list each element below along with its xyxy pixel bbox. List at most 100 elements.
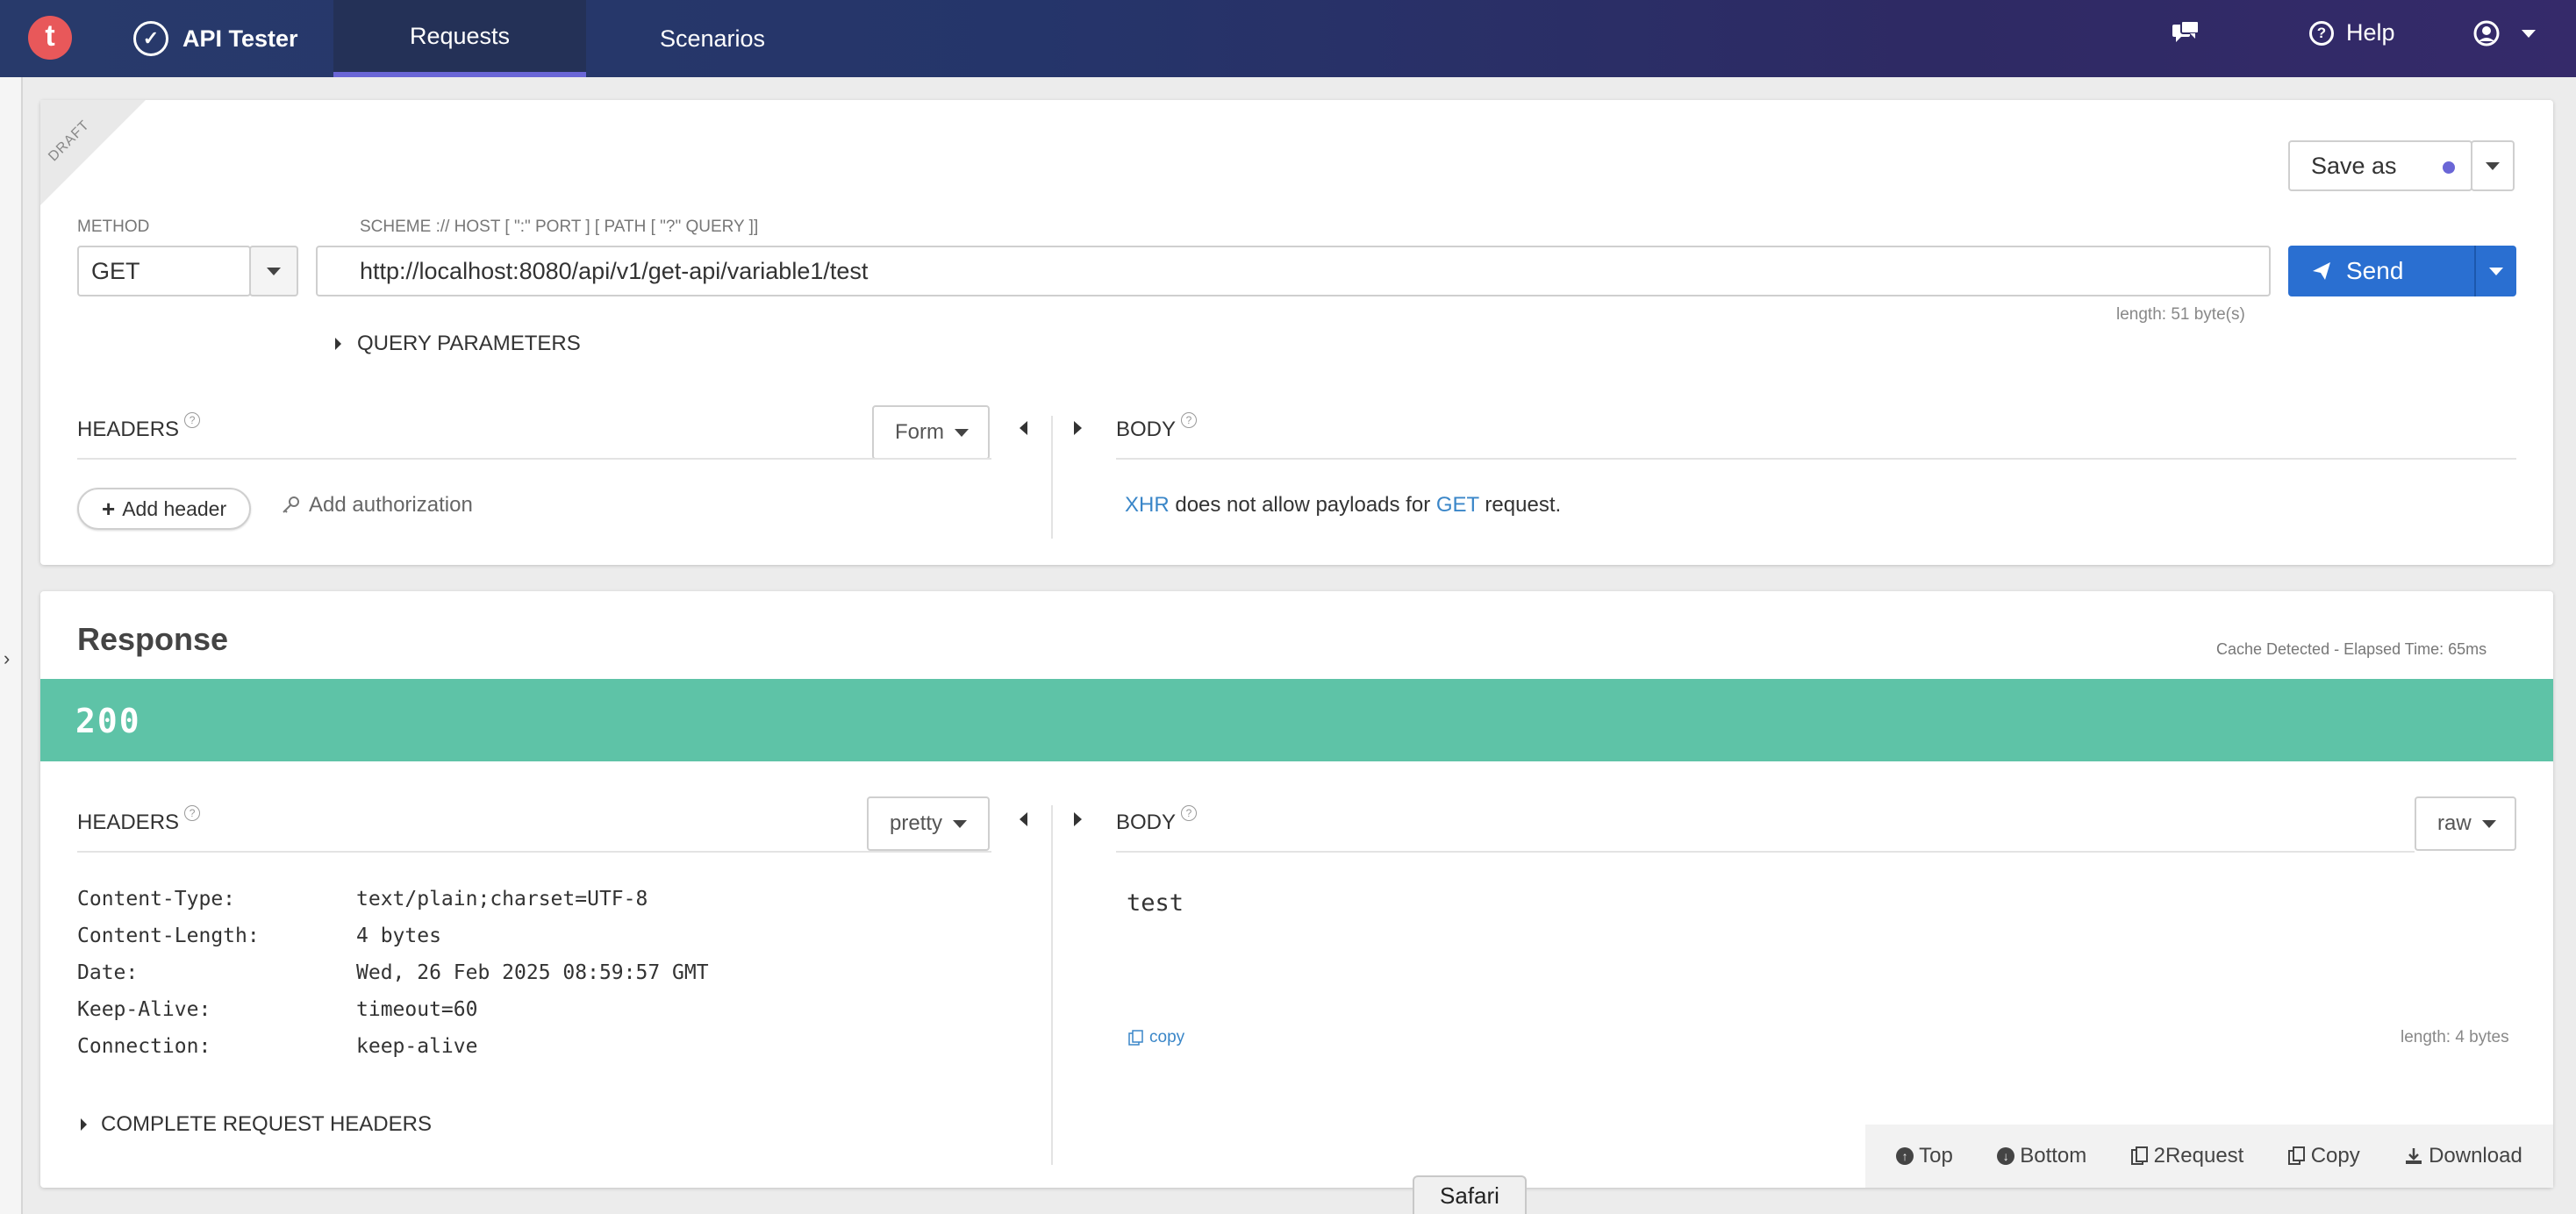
scroll-top-button[interactable]: ↑ Top: [1896, 1144, 1953, 1168]
to-request-label: 2Request: [2153, 1144, 2244, 1168]
send-button[interactable]: Send: [2288, 246, 2474, 296]
complete-headers-label: COMPLETE REQUEST HEADERS: [101, 1112, 432, 1136]
add-authorization-link[interactable]: Add authorization: [281, 493, 473, 518]
scroll-bottom-button[interactable]: ↓ Bottom: [1997, 1144, 2086, 1168]
user-menu[interactable]: [2472, 19, 2536, 47]
chat-icon[interactable]: [2171, 19, 2200, 47]
expand-right-icon[interactable]: [1074, 812, 1082, 826]
url-length: length: 51 byte(s): [2116, 305, 2245, 324]
paper-plane-icon: [2313, 262, 2330, 280]
copy-response-button[interactable]: Copy: [2287, 1144, 2360, 1168]
save-as-button[interactable]: Save as: [2288, 140, 2472, 191]
header-row: Content-Length: 4 bytes: [77, 918, 709, 954]
method-select[interactable]: GET: [77, 246, 251, 296]
body-length: length: 4 bytes: [2401, 1028, 2509, 1046]
headers-label: HEADERS: [77, 811, 180, 834]
response-panel: Response Cache Detected - Elapsed Time: …: [40, 591, 2553, 1188]
app-logo[interactable]: t: [28, 16, 72, 60]
copy-label: Copy: [2310, 1144, 2360, 1168]
response-body-heading: BODY ?: [1116, 805, 1198, 835]
send-options-dropdown[interactable]: [2474, 246, 2516, 296]
status-code: 200: [75, 702, 141, 740]
brand[interactable]: ✓ API Tester: [133, 19, 298, 58]
copy-icon: [1128, 1030, 1143, 1046]
download-icon: [2406, 1148, 2422, 1164]
raw-label: raw: [2437, 811, 2472, 835]
get-link[interactable]: GET: [1436, 493, 1479, 517]
query-parameters-toggle[interactable]: QUERY PARAMETERS: [335, 332, 581, 356]
cache-info: Cache Detected - Elapsed Time: 65ms: [2216, 640, 2487, 658]
expand-right-icon[interactable]: [1074, 421, 1082, 435]
note-text: does not allow payloads for: [1169, 493, 1436, 517]
draft-ribbon: DRAFT: [40, 100, 146, 205]
method-value: GET: [91, 257, 140, 284]
chevron-right-icon[interactable]: ›: [4, 647, 10, 670]
to-request-button[interactable]: 2Request: [2130, 1144, 2244, 1168]
help-icon[interactable]: ?: [1181, 412, 1198, 428]
top-navigation-bar: t ✓ API Tester Requests Scenarios ? Help: [0, 0, 2576, 77]
status-bar: 200: [40, 679, 2553, 761]
collapse-left-icon[interactable]: [1020, 812, 1027, 826]
help-icon[interactable]: ?: [184, 412, 201, 428]
header-value: 4 bytes: [356, 925, 441, 947]
help-icon[interactable]: ?: [184, 805, 201, 821]
collapse-left-icon[interactable]: [1020, 421, 1027, 435]
help-button[interactable]: ? Help: [2309, 19, 2395, 46]
caret-down-icon: [953, 819, 968, 828]
method-dropdown-button[interactable]: [249, 246, 298, 296]
note-end: request.: [1478, 493, 1562, 517]
save-options-dropdown[interactable]: [2471, 140, 2515, 191]
body-label: BODY: [1116, 811, 1177, 834]
complete-request-headers-toggle[interactable]: COMPLETE REQUEST HEADERS: [81, 1112, 432, 1137]
checkmark-circle-icon: ✓: [133, 21, 168, 56]
header-key: Date:: [77, 961, 139, 984]
tab-scenarios[interactable]: Scenarios: [586, 0, 839, 77]
request-headers-heading: HEADERS ?: [77, 412, 201, 442]
header-value: text/plain;charset=UTF-8: [356, 888, 648, 910]
headers-form-dropdown[interactable]: Form: [872, 405, 990, 460]
header-key: Content-Length:: [77, 925, 260, 947]
copy-body-link[interactable]: copy: [1128, 1028, 1184, 1047]
tab-requests[interactable]: Requests: [333, 0, 586, 77]
response-body-text: test: [1127, 889, 1184, 917]
request-body-heading: BODY ?: [1116, 412, 1198, 442]
headers-format-dropdown[interactable]: pretty: [867, 796, 990, 851]
caret-down-icon: [267, 267, 281, 275]
download-button[interactable]: Download: [2404, 1144, 2522, 1168]
body-not-allowed-note: XHR does not allow payloads for GET requ…: [1125, 493, 1561, 518]
send-label: Send: [2346, 257, 2404, 284]
question-circle-icon: ?: [2309, 20, 2334, 46]
sidebar-collapsed: ›: [0, 77, 23, 1214]
header-row: Content-Type: text/plain;charset=UTF-8: [77, 881, 709, 918]
xhr-link[interactable]: XHR: [1125, 493, 1170, 517]
body-label: BODY: [1116, 418, 1177, 441]
app-name: API Tester: [182, 25, 298, 52]
key-icon: [283, 496, 299, 513]
document-copy-icon: [2130, 1146, 2148, 1165]
help-label: Help: [2346, 19, 2395, 46]
copy-label: copy: [1149, 1028, 1185, 1046]
header-row: Connection: keep-alive: [77, 1028, 709, 1065]
header-row: Date: Wed, 26 Feb 2025 08:59:57 GMT: [77, 954, 709, 991]
url-value: http://localhost:8080/api/v1/get-api/var…: [360, 257, 869, 284]
add-authorization-label: Add authorization: [309, 493, 473, 517]
caret-right-icon: [335, 338, 341, 350]
url-input[interactable]: http://localhost:8080/api/v1/get-api/var…: [316, 246, 2271, 296]
add-header-label: Add header: [122, 496, 227, 520]
add-header-button[interactable]: + Add header: [77, 488, 252, 530]
top-label: Top: [1919, 1144, 1953, 1168]
arrow-down-circle-icon: ↓: [1997, 1147, 2015, 1165]
body-format-dropdown[interactable]: raw: [2415, 796, 2516, 851]
header-value: Wed, 26 Feb 2025 08:59:57 GMT: [356, 961, 709, 984]
header-key: Connection:: [77, 1035, 211, 1058]
pretty-label: pretty: [890, 811, 943, 835]
save-as-label: Save as: [2311, 152, 2397, 179]
query-parameters-label: QUERY PARAMETERS: [357, 332, 581, 355]
header-value: timeout=60: [356, 998, 478, 1021]
response-headers-heading: HEADERS ?: [77, 805, 201, 835]
help-icon[interactable]: ?: [1181, 805, 1198, 821]
caret-right-icon: [81, 1118, 87, 1131]
arrow-up-circle-icon: ↑: [1896, 1147, 1914, 1165]
safari-tooltip: Safari: [1413, 1175, 1527, 1214]
unsaved-dot-icon: [2443, 161, 2455, 174]
